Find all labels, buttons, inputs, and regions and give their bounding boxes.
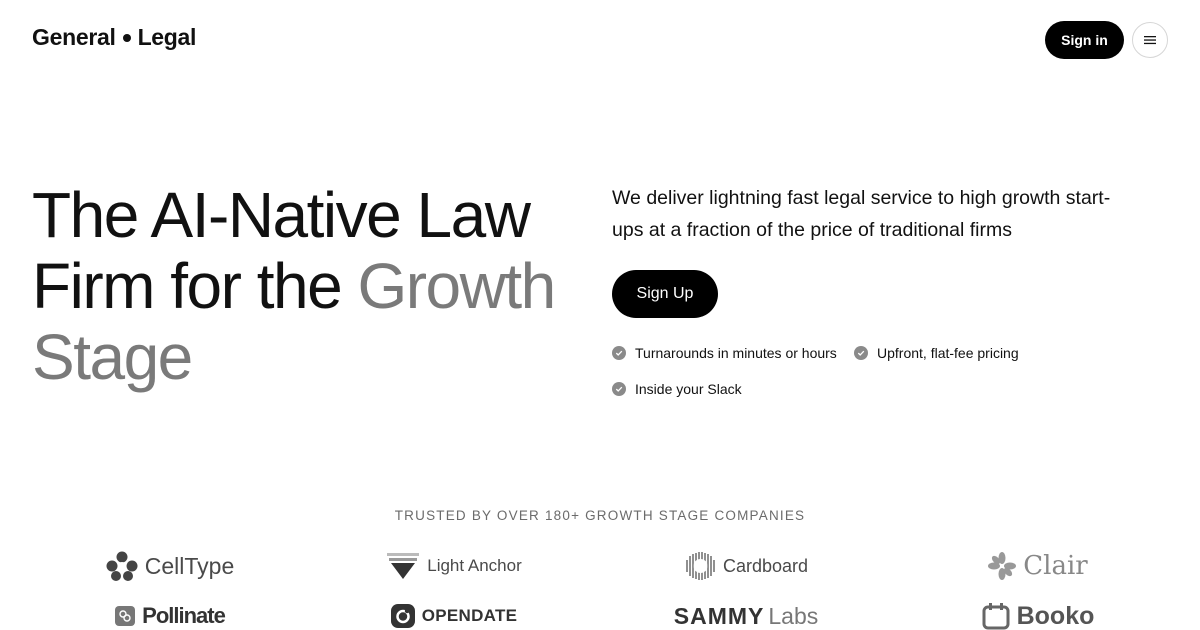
landing-page: General Legal Sign in The AI-Native Law … (0, 0, 1200, 630)
brand-name: OPENDATE (421, 606, 518, 625)
hero-description: We deliver lightning fast legal service … (612, 187, 1111, 241)
brand-name: Cardboard (722, 555, 809, 576)
brand-name-suffix: Labs (768, 602, 819, 629)
feature-label: Turnarounds in minutes or hours (635, 345, 837, 361)
hero-title-highlight: Growth (357, 250, 556, 322)
hero-title-line3: Stage (32, 321, 193, 393)
brand-name: Clair (1023, 551, 1088, 581)
brand-name: CellType (144, 552, 235, 579)
light-anchor-logo-icon (387, 553, 420, 579)
feature-item: Turnarounds in minutes or hours (612, 345, 837, 361)
brand-logo-light-anchor: Light Anchor (344, 548, 564, 584)
check-icon (612, 382, 626, 396)
sign-up-button[interactable]: Sign Up (612, 270, 718, 318)
pollinate-logo-icon (115, 606, 136, 626)
brand-logo-booko: Booko (928, 599, 1148, 630)
cardboard-logo-icon (686, 552, 715, 580)
brand-name: SAMMY (673, 602, 765, 629)
clair-logo-icon (988, 552, 1017, 580)
logo-text-general: General (32, 24, 116, 50)
sign-in-button[interactable]: Sign in (1045, 21, 1124, 59)
site-logo[interactable]: General Legal (32, 24, 196, 51)
brand-name: Booko (1016, 601, 1095, 630)
brand-logo-pollinate: Pollinate (60, 599, 280, 630)
trusted-heading: TRUSTED BY OVER 180+ GROWTH STAGE COMPAN… (394, 508, 806, 523)
brand-logo-cardboard: Cardboard (636, 548, 856, 584)
brand-logo-sammy-labs: SAMMY Labs (636, 599, 856, 630)
booko-logo-icon (982, 603, 1010, 630)
feature-item: Upfront, flat-fee pricing (854, 345, 1019, 361)
menu-button[interactable] (1132, 22, 1168, 58)
logo-text-legal: Legal (137, 24, 197, 50)
celltype-logo-icon (106, 551, 138, 581)
hero-title: The AI-Native Law Firm for the Growth St… (32, 180, 592, 393)
brand-name: Pollinate (142, 603, 226, 628)
opendate-logo-icon (390, 604, 415, 628)
check-icon (612, 346, 626, 360)
brand-logo-opendate: OPENDATE (344, 599, 564, 630)
feature-label: Upfront, flat-fee pricing (877, 345, 1019, 361)
brand-logo-clair: Clair (928, 548, 1148, 584)
feature-item: Inside your Slack (612, 381, 742, 397)
brand-logo-celltype: CellType (60, 548, 280, 584)
hero-title-line2: Firm for the (32, 250, 358, 322)
brand-name: Light Anchor (427, 556, 522, 575)
hamburger-icon (1144, 36, 1156, 45)
feature-label: Inside your Slack (635, 381, 742, 397)
logo-dot (122, 33, 131, 42)
check-icon (854, 346, 868, 360)
hero-title-line1: The AI-Native Law (32, 179, 531, 251)
